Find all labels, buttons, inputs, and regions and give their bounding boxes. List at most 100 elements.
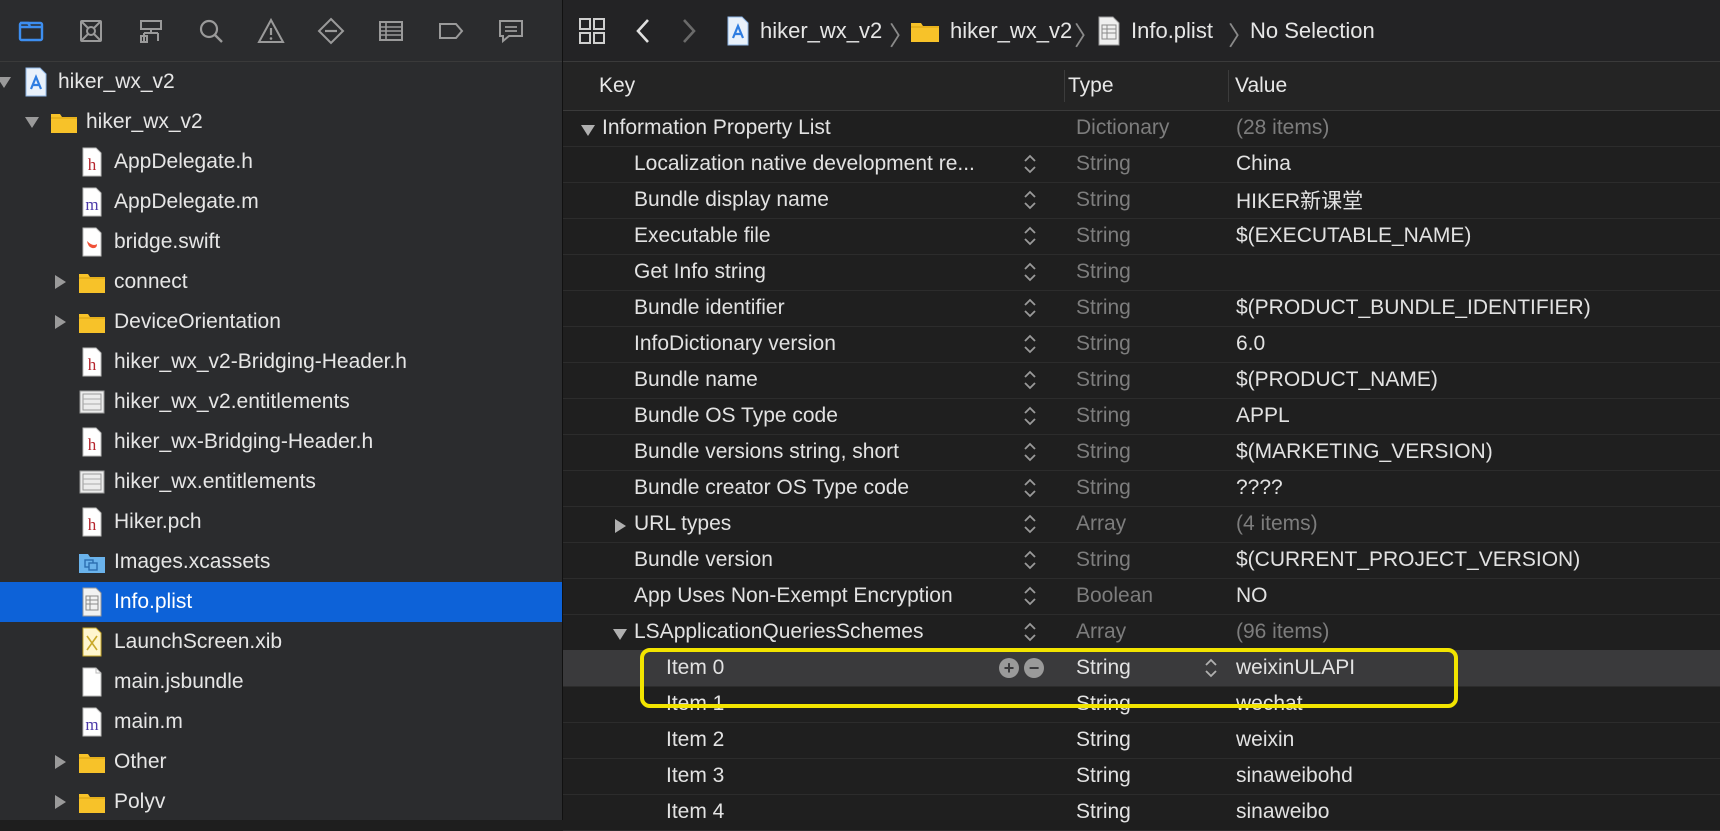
tree-item[interactable]: main.jsbundle xyxy=(0,662,562,702)
tree-item[interactable]: Other xyxy=(0,742,562,782)
disclosure-closed-icon[interactable] xyxy=(612,516,628,533)
plist-value[interactable]: sinaweibohd xyxy=(1236,758,1353,794)
hierarchy-icon[interactable] xyxy=(134,14,168,48)
plist-row[interactable]: Executable file String $(EXECUTABLE_NAME) xyxy=(563,218,1720,255)
source-control-icon[interactable] xyxy=(74,14,108,48)
key-popup-stepper-icon[interactable] xyxy=(1022,476,1038,500)
breadcrumb-file[interactable]: Info.plist xyxy=(1097,0,1213,61)
tree-item[interactable]: LaunchScreen.xib xyxy=(0,622,562,662)
plist-type[interactable]: String xyxy=(1076,794,1131,830)
plist-row[interactable]: Item 1 String wechat xyxy=(563,686,1720,723)
disclosure-open-icon[interactable] xyxy=(612,624,628,640)
key-popup-stepper-icon[interactable] xyxy=(1022,260,1038,284)
remove-item-icon[interactable]: − xyxy=(1024,658,1044,678)
key-popup-stepper-icon[interactable] xyxy=(1022,512,1038,536)
key-popup-stepper-icon[interactable] xyxy=(1022,152,1038,176)
plist-type[interactable]: String xyxy=(1076,650,1131,686)
plist-value[interactable]: $(PRODUCT_NAME) xyxy=(1236,362,1438,398)
tree-item[interactable]: hiker_wx_v2 xyxy=(0,62,562,102)
key-popup-stepper-icon[interactable] xyxy=(1022,440,1038,464)
column-header-value[interactable]: Value xyxy=(1235,62,1287,110)
tree-item[interactable]: h Hiker.pch xyxy=(0,502,562,542)
plist-row[interactable]: LSApplicationQueriesSchemes Array (96 item… xyxy=(563,614,1720,651)
plist-value[interactable]: weixin xyxy=(1236,722,1294,758)
plist-value[interactable]: China xyxy=(1236,146,1291,182)
plist-value[interactable]: weixinULAPI xyxy=(1236,650,1355,686)
plist-row[interactable]: Item 4 String sinaweibo xyxy=(563,794,1720,831)
disclosure-closed-icon[interactable] xyxy=(52,274,68,290)
key-popup-stepper-icon[interactable] xyxy=(1022,368,1038,392)
breakpoint-icon[interactable] xyxy=(434,14,468,48)
debug-icon[interactable] xyxy=(374,14,408,48)
key-popup-stepper-icon[interactable] xyxy=(1022,332,1038,356)
plist-row[interactable]: Bundle identifier String $(PRODUCT_BUNDLE_… xyxy=(563,290,1720,327)
tree-item[interactable]: Polyv xyxy=(0,782,562,822)
plist-value[interactable]: $(PRODUCT_BUNDLE_IDENTIFIER) xyxy=(1236,290,1591,326)
tree-item[interactable]: bridge.swift xyxy=(0,222,562,262)
tree-item[interactable]: hiker_wx.entitlements xyxy=(0,462,562,502)
key-popup-stepper-icon[interactable] xyxy=(1022,224,1038,248)
tree-item[interactable]: hiker_wx_v2.entitlements xyxy=(0,382,562,422)
disclosure-closed-icon[interactable] xyxy=(52,754,68,770)
plist-value[interactable]: $(MARKETING_VERSION) xyxy=(1236,434,1493,470)
key-popup-stepper-icon[interactable] xyxy=(1022,404,1038,428)
plist-value[interactable]: $(EXECUTABLE_NAME) xyxy=(1236,218,1471,254)
key-popup-stepper-icon[interactable] xyxy=(1022,548,1038,572)
tree-item[interactable]: h hiker_wx-Bridging-Header.h xyxy=(0,422,562,462)
report-icon[interactable] xyxy=(494,14,528,48)
column-header-key[interactable]: Key xyxy=(599,62,635,110)
plist-value[interactable]: (28 items) xyxy=(1236,110,1329,146)
column-divider[interactable] xyxy=(1064,70,1065,102)
key-popup-stepper-icon[interactable] xyxy=(1022,584,1038,608)
breadcrumb-project[interactable]: hiker_wx_v2 xyxy=(726,0,882,61)
plist-type[interactable]: String xyxy=(1076,722,1131,758)
tree-item[interactable]: Info.plist xyxy=(0,582,562,622)
key-popup-stepper-icon[interactable] xyxy=(1022,188,1038,212)
breadcrumb-selection[interactable]: No Selection xyxy=(1250,0,1375,61)
tree-item[interactable]: Images.xcassets xyxy=(0,542,562,582)
plist-value[interactable]: ???? xyxy=(1236,470,1283,506)
key-popup-stepper-icon[interactable] xyxy=(1022,296,1038,320)
plist-row[interactable]: Item 3 String sinaweibohd xyxy=(563,758,1720,795)
column-divider[interactable] xyxy=(1228,70,1229,102)
plist-value[interactable]: $(CURRENT_PROJECT_VERSION) xyxy=(1236,542,1580,578)
related-items-icon[interactable] xyxy=(579,0,605,61)
plist-row[interactable]: App Uses Non-Exempt Encryption Boolean NO xyxy=(563,578,1720,615)
plist-row[interactable]: Bundle name String $(PRODUCT_NAME) xyxy=(563,362,1720,399)
tree-item[interactable]: m main.m xyxy=(0,702,562,742)
test-icon[interactable] xyxy=(314,14,348,48)
disclosure-closed-icon[interactable] xyxy=(52,314,68,330)
disclosure-closed-icon[interactable] xyxy=(52,794,68,810)
plist-value[interactable]: NO xyxy=(1236,578,1268,614)
plist-row[interactable]: InfoDictionary version String 6.0 xyxy=(563,326,1720,363)
plist-value[interactable]: (96 items) xyxy=(1236,614,1329,650)
forward-arrow-icon[interactable] xyxy=(681,0,697,61)
plist-type[interactable]: String xyxy=(1076,758,1131,794)
add-item-icon[interactable]: + xyxy=(999,658,1019,678)
plist-row[interactable]: Bundle display name String HIKER新课堂 xyxy=(563,182,1720,219)
plist-value[interactable]: HIKER新课堂 xyxy=(1236,182,1363,218)
plist-row[interactable]: Bundle versions string, short String $(MAR… xyxy=(563,434,1720,471)
tree-item[interactable]: m AppDelegate.m xyxy=(0,182,562,222)
plist-row[interactable]: Localization native development re... Str… xyxy=(563,146,1720,183)
type-popup-stepper-icon[interactable] xyxy=(1203,656,1219,680)
disclosure-open-icon[interactable] xyxy=(580,120,596,136)
warning-icon[interactable] xyxy=(254,14,288,48)
plist-value[interactable]: sinaweibo xyxy=(1236,794,1329,830)
plist-type[interactable]: String xyxy=(1076,686,1131,722)
key-popup-stepper-icon[interactable] xyxy=(1022,620,1038,644)
plist-value[interactable]: wechat xyxy=(1236,686,1303,722)
column-header-type[interactable]: Type xyxy=(1068,62,1114,110)
plist-row[interactable]: Information Property List Dictionary (28 i… xyxy=(563,110,1720,147)
plist-row[interactable]: Bundle creator OS Type code String???? xyxy=(563,470,1720,507)
tree-item[interactable]: h hiker_wx_v2-Bridging-Header.h xyxy=(0,342,562,382)
disclosure-open-icon[interactable] xyxy=(24,114,40,130)
plist-row[interactable]: Item 0 + − String weixinULAPI xyxy=(563,650,1720,687)
tree-item[interactable]: DeviceOrientation xyxy=(0,302,562,342)
plist-value[interactable]: (4 items) xyxy=(1236,506,1318,542)
tree-item[interactable]: connect xyxy=(0,262,562,302)
folder-icon[interactable] xyxy=(14,14,48,48)
search-icon[interactable] xyxy=(194,14,228,48)
plist-row[interactable]: Bundle version String $(CURRENT_PROJECT_VE… xyxy=(563,542,1720,579)
back-arrow-icon[interactable] xyxy=(635,0,651,61)
